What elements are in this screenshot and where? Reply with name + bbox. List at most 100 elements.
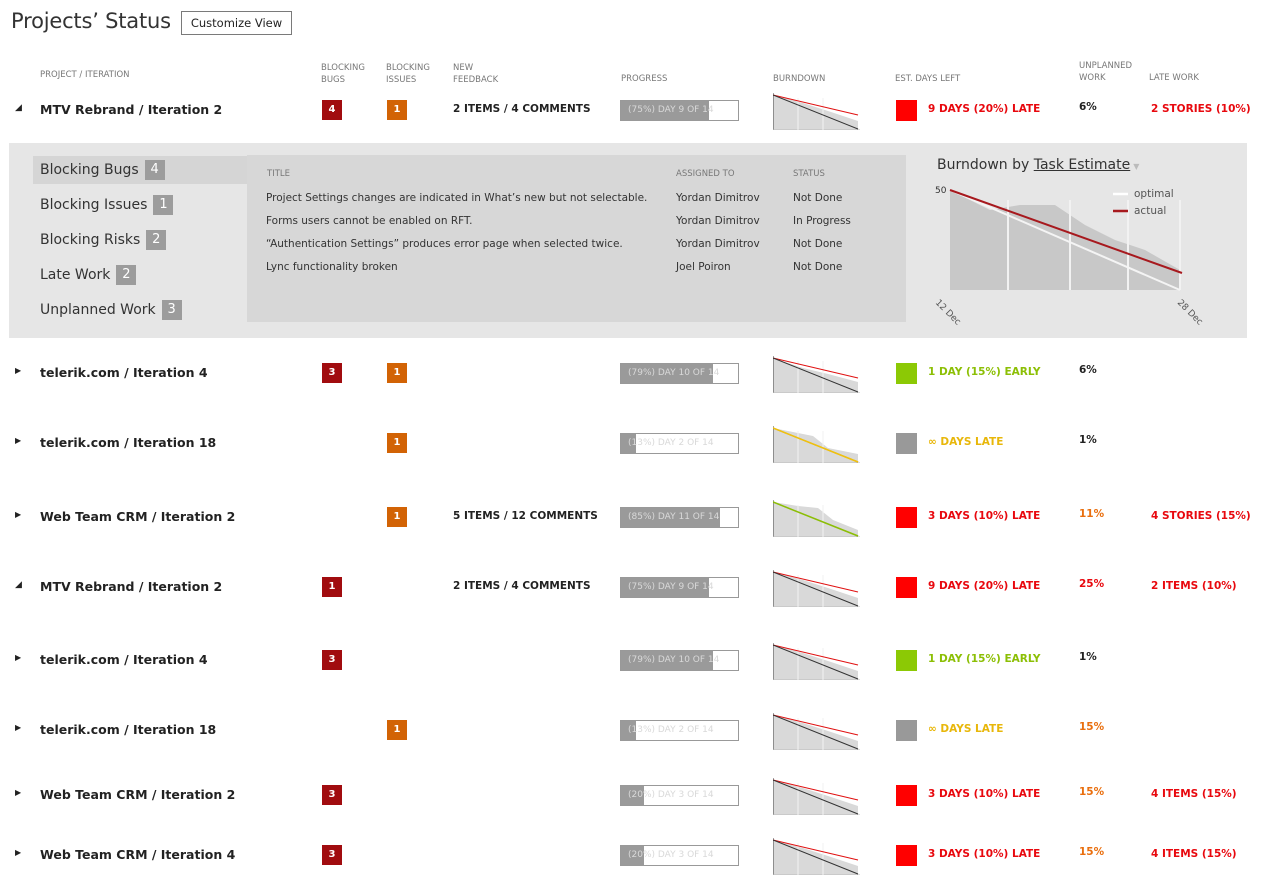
burndown-sparkline[interactable] — [773, 93, 860, 130]
project-name[interactable]: Web Team CRM / Iteration 2 — [40, 787, 235, 802]
project-name[interactable]: telerik.com / Iteration 4 — [40, 365, 208, 380]
blocking-bugs-badge[interactable]: 3 — [322, 363, 342, 383]
side-item-blocking-bugs[interactable]: Blocking Bugs 4 — [33, 156, 247, 184]
expand-icon[interactable]: ▶ — [15, 366, 21, 375]
bug-title[interactable]: Lync functionality broken — [266, 261, 398, 273]
collapse-icon[interactable]: ◢ — [15, 580, 22, 590]
burndown-chart-title: Burndown by Task Estimate ▼ — [937, 157, 1139, 173]
status-indicator — [896, 363, 917, 384]
project-name[interactable]: telerik.com / Iteration 4 — [40, 652, 208, 667]
burndown-sparkline[interactable] — [773, 500, 860, 537]
chevron-down-icon[interactable]: ▼ — [1133, 162, 1139, 171]
est-days-left: 3 DAYS (10%) LATE — [928, 788, 1041, 800]
table-row: ▶ Web Team CRM / Iteration 2 3 (20%) DAY 3 … — [9, 775, 1247, 815]
expand-icon[interactable]: ▶ — [15, 848, 21, 857]
unplanned-work-value: 6% — [1079, 364, 1097, 376]
bug-title[interactable]: Forms users cannot be enabled on RFT. — [266, 215, 473, 227]
blocking-issues-badge[interactable]: 1 — [387, 507, 407, 527]
burndown-sparkline[interactable] — [773, 713, 860, 750]
burndown-sparkline[interactable] — [773, 778, 860, 815]
bug-status: Not Done — [793, 238, 843, 250]
progress-text: (20%) DAY 3 OF 14 — [628, 790, 714, 800]
table-row: ◢ MTV Rebrand / Iteration 2 4 1 2 ITEMS / 4 … — [9, 90, 1251, 130]
project-name[interactable]: telerik.com / Iteration 18 — [40, 435, 216, 450]
blocking-bugs-badge[interactable]: 3 — [322, 845, 342, 865]
burndown-sparkline[interactable] — [773, 426, 860, 463]
chart-x-end: 28 Dec — [1175, 298, 1205, 328]
table-row: ◢ MTV Rebrand / Iteration 2 1 2 ITEMS / 4 C… — [9, 567, 1247, 607]
bug-assignee: Yordan Dimitrov — [676, 215, 760, 227]
column-header-unplanned-work[interactable]: Unplanned Work — [1079, 60, 1143, 84]
blocking-bugs-badge[interactable]: 4 — [322, 100, 342, 120]
column-header-new-feedback[interactable]: New Feedback — [453, 62, 513, 86]
side-item-text: Blocking Issues 1 — [40, 195, 174, 215]
column-header-late-work[interactable]: Late Work — [1149, 72, 1199, 84]
new-feedback-link[interactable]: 2 ITEMS / 4 COMMENTS — [453, 103, 591, 115]
est-days-left: 1 DAY (15%) EARLY — [928, 653, 1041, 665]
side-item-blocking-issues[interactable]: Blocking Issues 1 — [33, 191, 247, 219]
blocking-bugs-table: Title Assigned To Status Project Setting… — [247, 155, 906, 322]
project-name[interactable]: MTV Rebrand / Iteration 2 — [40, 579, 222, 594]
unplanned-work-value: 6% — [1079, 101, 1097, 113]
side-item-count: 4 — [144, 160, 165, 180]
burndown-sparkline[interactable] — [773, 356, 860, 393]
table-header-status[interactable]: Status — [793, 169, 825, 179]
project-name[interactable]: Web Team CRM / Iteration 2 — [40, 509, 235, 524]
burndown-sparkline[interactable] — [773, 838, 860, 875]
blocking-bugs-badge[interactable]: 3 — [322, 785, 342, 805]
column-header-progress[interactable]: Progress — [621, 73, 667, 85]
expand-icon[interactable]: ▶ — [15, 510, 21, 519]
table-header-assigned-to[interactable]: Assigned To — [676, 169, 735, 179]
progress-bar: (20%) DAY 3 OF 14 — [620, 785, 739, 806]
column-header-blocking-issues[interactable]: Blocking Issues — [386, 62, 446, 86]
table-row: ▶ telerik.com / Iteration 4 3 (79%) DAY 10 … — [9, 640, 1247, 680]
column-header-burndown[interactable]: Burndown — [773, 73, 825, 85]
chart-x-start: 12 Dec — [933, 298, 963, 328]
blocking-bugs-badge[interactable]: 3 — [322, 650, 342, 670]
bug-title[interactable]: “Authentication Settings” produces error… — [266, 238, 623, 250]
expand-icon[interactable]: ▶ — [15, 723, 21, 732]
table-row: ▶ Web Team CRM / Iteration 4 3 (20%) DAY 3 … — [9, 835, 1247, 875]
project-name[interactable]: telerik.com / Iteration 18 — [40, 722, 216, 737]
legend-optimal-label: optimal — [1134, 188, 1174, 200]
bug-title[interactable]: Project Settings changes are indicated i… — [266, 192, 647, 204]
progress-text: (20%) DAY 3 OF 14 — [628, 850, 714, 860]
customize-view-button[interactable]: Customize View — [181, 11, 292, 35]
column-header-est-days-left[interactable]: Est. Days Left — [895, 73, 960, 85]
task-estimate-link[interactable]: Task Estimate — [1034, 157, 1131, 173]
collapse-icon[interactable]: ◢ — [15, 103, 22, 113]
blocking-issues-badge[interactable]: 1 — [387, 100, 407, 120]
expand-icon[interactable]: ▶ — [15, 653, 21, 662]
project-name[interactable]: MTV Rebrand / Iteration 2 — [40, 102, 222, 117]
est-days-left: 3 DAYS (10%) LATE — [928, 848, 1041, 860]
new-feedback-link[interactable]: 5 ITEMS / 12 COMMENTS — [453, 510, 598, 522]
side-item-late-work[interactable]: Late Work 2 — [33, 261, 247, 289]
burndown-sparkline[interactable] — [773, 643, 860, 680]
side-item-count: 1 — [153, 195, 174, 215]
side-item-label: Blocking Risks — [40, 232, 141, 248]
bug-status: Not Done — [793, 192, 843, 204]
column-header-project[interactable]: Project / Iteration — [40, 69, 130, 81]
table-header-title[interactable]: Title — [267, 169, 290, 179]
burndown-sparkline[interactable] — [773, 570, 860, 607]
blocking-issues-badge[interactable]: 1 — [387, 720, 407, 740]
side-item-count: 2 — [146, 230, 167, 250]
unplanned-work-value: 1% — [1079, 434, 1097, 446]
side-item-text: Late Work 2 — [40, 265, 137, 285]
project-name[interactable]: Web Team CRM / Iteration 4 — [40, 847, 235, 862]
expand-icon[interactable]: ▶ — [15, 788, 21, 797]
column-header-blocking-bugs[interactable]: Blocking Bugs — [321, 62, 381, 86]
page-title: Projects’ Status — [11, 9, 171, 33]
bug-status: In Progress — [793, 215, 851, 227]
expand-icon[interactable]: ▶ — [15, 436, 21, 445]
late-work-value: 2 STORIES (10%) — [1151, 103, 1251, 115]
side-item-blocking-risks[interactable]: Blocking Risks 2 — [33, 226, 247, 254]
blocking-issues-badge[interactable]: 1 — [387, 433, 407, 453]
progress-bar: (79%) DAY 10 OF 14 — [620, 650, 739, 671]
side-item-unplanned-work[interactable]: Unplanned Work 3 — [33, 296, 247, 324]
bug-assignee: Joel Poiron — [676, 261, 731, 273]
blocking-bugs-badge[interactable]: 1 — [322, 577, 342, 597]
unplanned-work-value: 1% — [1079, 651, 1097, 663]
blocking-issues-badge[interactable]: 1 — [387, 363, 407, 383]
new-feedback-link[interactable]: 2 ITEMS / 4 COMMENTS — [453, 580, 591, 592]
